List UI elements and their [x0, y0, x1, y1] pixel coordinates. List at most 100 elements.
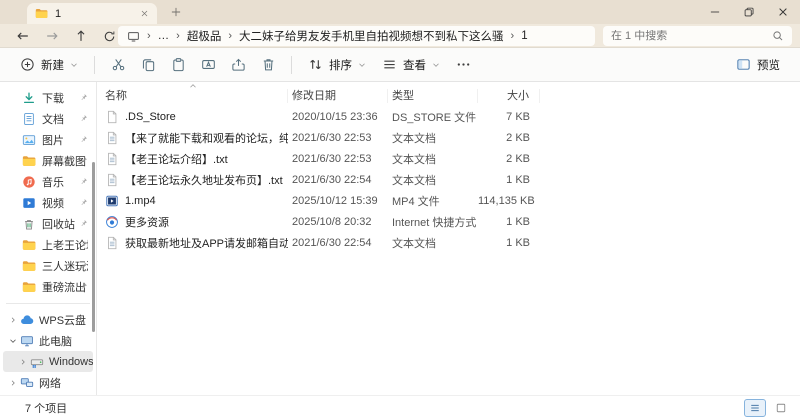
chevron-right-icon[interactable] — [19, 358, 27, 366]
sidebar-item-videos[interactable]: 视频 — [0, 192, 96, 213]
sort-button[interactable]: 排序 — [300, 52, 374, 78]
refresh-icon — [103, 30, 116, 43]
paste-button[interactable] — [163, 52, 193, 78]
tree-item-label: WPS云盘 — [39, 314, 87, 327]
maximize-button[interactable] — [732, 0, 766, 24]
file-row[interactable]: 【老王论坛介绍】.txt 2021/6/30 22:53 文本文档 2 KB — [105, 148, 800, 169]
sidebar-item-label: 回收站 — [42, 218, 75, 231]
explorer-tab[interactable]: 1 — [27, 3, 157, 24]
column-header-type[interactable]: 类型 — [388, 88, 478, 103]
new-button[interactable]: 新建 — [12, 52, 86, 78]
sidebar-item-documents[interactable]: 文档 — [0, 108, 96, 129]
column-header-size[interactable]: 大小 — [478, 88, 540, 103]
up-icon — [74, 29, 88, 43]
trash-icon — [261, 57, 276, 72]
navigation-pane: 下载文档图片屏幕截图音乐视频回收站上老王论坛当三人迷玩深圳重磅流出！林 WPS云… — [0, 82, 97, 395]
file-size: 7 KB — [506, 110, 530, 123]
file-type: MP4 文件 — [392, 195, 440, 208]
rename-icon — [201, 57, 216, 72]
main-content: 下载文档图片屏幕截图音乐视频回收站上老王论坛当三人迷玩深圳重磅流出！林 WPS云… — [0, 82, 800, 395]
tree-item-network[interactable]: 网络 — [3, 372, 93, 393]
view-button[interactable]: 查看 — [374, 52, 448, 78]
column-header-date[interactable]: 修改日期 — [288, 88, 388, 103]
tree-item-drive[interactable]: Windows-SSD — [3, 351, 93, 372]
share-button[interactable] — [223, 52, 253, 78]
delete-button[interactable] — [253, 52, 283, 78]
file-row[interactable]: 1.mp4 2025/10/12 15:39 MP4 文件 114,135 KB — [105, 190, 800, 211]
nav-buttons — [8, 24, 124, 48]
tree-item-label: 此电脑 — [39, 335, 72, 348]
breadcrumb[interactable]: › … › 超极品 › 大二妹子给男友发手机里自拍视频想不到私下这么骚 › 1 — [118, 26, 595, 46]
folder-icon — [22, 238, 36, 252]
file-row[interactable]: 获取最新地址及APP请发邮箱自动获取.txt 2021/6/30 22:54 文本文… — [105, 232, 800, 253]
large-icons-view-toggle[interactable] — [770, 399, 792, 417]
window-controls — [698, 0, 800, 24]
search-input[interactable] — [611, 30, 772, 42]
chevron-down-icon — [70, 61, 78, 69]
toolbar-divider — [94, 55, 95, 74]
cut-icon — [111, 57, 126, 72]
details-view-toggle[interactable] — [744, 398, 766, 417]
chevron-right-icon[interactable] — [9, 379, 17, 387]
breadcrumb-segment[interactable]: 1 — [521, 30, 527, 42]
network-icon — [20, 376, 34, 390]
pin-icon — [79, 114, 88, 123]
up-button[interactable] — [66, 25, 95, 47]
file-row[interactable]: 【老王论坛永久地址发布页】.txt 2021/6/30 22:54 文本文档 1 KB — [105, 169, 800, 190]
sidebar-item-recycle[interactable]: 回收站 — [0, 213, 96, 234]
toolbar-divider — [291, 55, 292, 74]
forward-button[interactable] — [37, 25, 66, 47]
sort-label: 排序 — [329, 59, 352, 72]
breadcrumb-segment[interactable]: 超极品 — [187, 28, 222, 44]
new-tab-button[interactable] — [170, 6, 182, 18]
pin-icon — [79, 135, 88, 144]
search-box[interactable] — [603, 26, 792, 46]
back-button[interactable] — [8, 25, 37, 47]
file-date: 2020/10/15 23:36 — [292, 110, 378, 123]
sidebar-item-label: 视频 — [42, 197, 64, 210]
chevron-down-icon[interactable] — [9, 337, 17, 345]
file-date: 2021/6/30 22:53 — [292, 131, 372, 144]
breadcrumb-separator: › — [176, 30, 180, 42]
sidebar-scrollbar[interactable] — [92, 162, 95, 332]
breadcrumb-segment[interactable]: 大二妹子给男友发手机里自拍视频想不到私下这么骚 — [239, 28, 504, 44]
tab-close-icon[interactable] — [140, 9, 149, 18]
sidebar-item-folder[interactable]: 三人迷玩深圳 — [0, 255, 96, 276]
tree-item-cloud[interactable]: WPS云盘 — [3, 309, 93, 330]
chevron-right-icon[interactable] — [9, 316, 17, 324]
file-type: 文本文档 — [392, 174, 436, 187]
preview-button[interactable]: 预览 — [728, 52, 788, 78]
file-row[interactable]: .DS_Store 2020/10/15 23:36 DS_STORE 文件 7 KB — [105, 106, 800, 127]
large-icons-view-icon — [775, 402, 787, 414]
breadcrumb-ellipsis[interactable]: … — [158, 30, 170, 42]
sidebar-item-downloads[interactable]: 下载 — [0, 87, 96, 108]
rename-button[interactable] — [193, 52, 223, 78]
cut-button[interactable] — [103, 52, 133, 78]
pin-icon — [79, 261, 88, 270]
new-icon — [20, 57, 35, 72]
tree-item-computer[interactable]: 此电脑 — [3, 330, 93, 351]
file-media-icon — [105, 194, 119, 208]
preview-label: 预览 — [757, 59, 780, 72]
copy-icon — [141, 57, 156, 72]
computer-icon — [20, 334, 34, 348]
more-options-button[interactable] — [448, 52, 478, 78]
minimize-button[interactable] — [698, 0, 732, 24]
details-view-icon — [749, 402, 761, 414]
sidebar-item-folder[interactable]: 上老王论坛当 — [0, 234, 96, 255]
pin-icon — [79, 198, 88, 207]
sidebar-item-label: 图片 — [42, 134, 64, 147]
tab-folder-icon — [35, 7, 48, 20]
sidebar-item-pictures[interactable]: 图片 — [0, 129, 96, 150]
pin-icon — [79, 177, 88, 186]
file-blank-icon — [105, 110, 119, 124]
sidebar-item-folder[interactable]: 重磅流出！林 — [0, 276, 96, 297]
close-button[interactable] — [766, 0, 800, 24]
sidebar-item-folder[interactable]: 屏幕截图 — [0, 150, 96, 171]
search-icon — [772, 30, 784, 42]
copy-button[interactable] — [133, 52, 163, 78]
column-header-name[interactable]: 名称 — [105, 88, 288, 103]
file-row[interactable]: 【来了就能下载和观看的论坛，纯免费！】.txt 2021/6/30 22:53 文本… — [105, 127, 800, 148]
sidebar-item-music[interactable]: 音乐 — [0, 171, 96, 192]
file-row[interactable]: 更多资源 2025/10/8 20:32 Internet 快捷方式 1 KB — [105, 211, 800, 232]
